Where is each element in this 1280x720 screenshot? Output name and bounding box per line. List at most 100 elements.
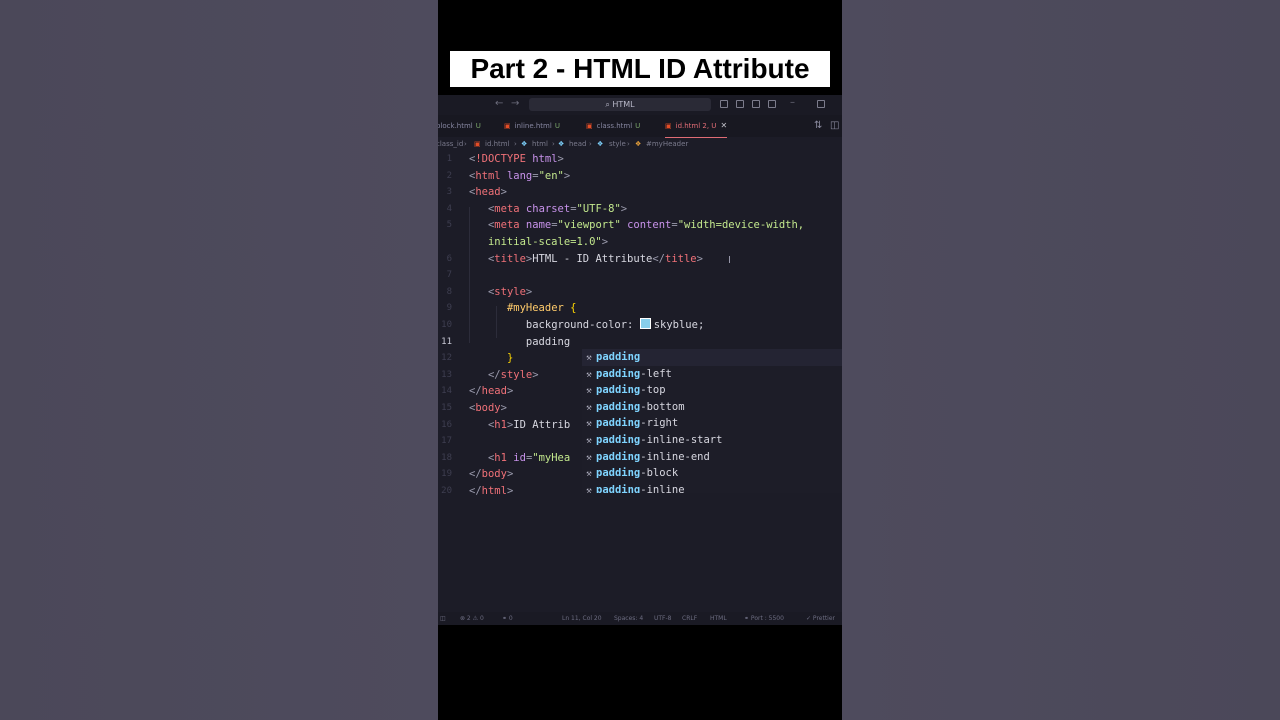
suggestion-item[interactable]: ⚒ padding-inline-start — [582, 432, 842, 449]
code-editor-window: ← → ⌕ HTML – block.html U ▣ inline.html U ▣… — [438, 95, 842, 625]
property-wrench-icon: ⚒ — [586, 369, 592, 380]
code-text: <style> — [487, 285, 533, 298]
line-number: 1 — [446, 154, 452, 164]
line-number: 7 — [446, 270, 452, 281]
line-number: 20 — [441, 486, 452, 496]
code-line[interactable]: 4 <meta charset="UTF-8"> — [438, 201, 842, 217]
tab-inline-html[interactable]: ▣ inline.html U — [504, 115, 560, 137]
minimize-icon[interactable]: – — [790, 97, 795, 108]
toggle-primary-sidebar-icon[interactable] — [720, 100, 728, 108]
suggestion-item[interactable]: ⚒ padding-inline-end — [582, 449, 842, 466]
tab-label: class.html — [596, 122, 633, 130]
line-number: 2 — [446, 170, 452, 181]
suggestion-match: padding — [596, 417, 641, 430]
line-number: 6 — [446, 253, 452, 264]
ports-count[interactable]: ⚭ 0 — [502, 612, 513, 625]
element-icon: ❖ — [558, 140, 565, 148]
element-icon: ❖ — [597, 140, 604, 148]
toggle-panel-icon[interactable] — [736, 100, 744, 108]
property-wrench-icon: ⚒ — [586, 436, 592, 446]
suggestion-rest: -inline-end — [640, 450, 710, 463]
property-wrench-icon: ⚒ — [586, 402, 592, 413]
chevron-right-icon: › — [627, 140, 630, 148]
toggle-secondary-sidebar-icon[interactable] — [752, 100, 760, 108]
line-number: 17 — [441, 436, 452, 447]
prettier-status[interactable]: ✓ Prettier — [806, 612, 835, 625]
suggestion-item[interactable]: ⚒ padding-block — [582, 465, 842, 482]
code-text: initial-scale=1.0"> — [487, 236, 609, 248]
code-line[interactable]: 9 #myHeader { — [438, 300, 842, 316]
eol-setting[interactable]: CRLF — [682, 612, 697, 625]
suggestion-rest: -left — [640, 367, 672, 380]
problems-count[interactable]: ⊗ 2 ⚠ 0 — [460, 612, 484, 625]
suggestion-item[interactable]: ⚒ padding-bottom — [582, 399, 842, 416]
close-tab-icon[interactable]: ✕ — [720, 121, 727, 130]
breadcrumb-item[interactable]: class_id — [438, 137, 463, 151]
code-line[interactable]: 6 <title>HTML - ID Attribute</title> — [438, 251, 842, 267]
suggestion-item[interactable]: ⚒ padding-inline — [582, 482, 842, 493]
code-text: <meta name="viewport" content="width=dev… — [487, 219, 805, 232]
code-line[interactable]: 2 <html lang="en"> — [438, 168, 842, 184]
encoding-setting[interactable]: UTF-8 — [654, 612, 672, 625]
suggestion-match: padding — [596, 467, 641, 480]
split-editor-icon[interactable]: ◫ — [830, 120, 839, 131]
html-file-icon: ▣ — [504, 122, 511, 130]
command-center-search[interactable]: ⌕ HTML — [529, 98, 711, 111]
tab-id-html[interactable]: ▣ id.html 2, U ✕ — [665, 115, 728, 138]
suggestion-match: padding — [596, 450, 641, 463]
code-line[interactable]: 7 — [438, 267, 842, 283]
text-cursor-icon: I — [728, 255, 731, 266]
autocomplete-suggestions[interactable]: ⚒ padding ⚒ padding-left ⚒ padding-top ⚒ paddin… — [582, 349, 842, 493]
code-line[interactable]: 5 <meta name="viewport" content="width=d… — [438, 217, 842, 233]
live-server-port[interactable]: ⚭ Port : 5500 — [744, 612, 784, 625]
chevron-right-icon: › — [589, 140, 592, 148]
line-number: 14 — [441, 386, 452, 397]
back-arrow-icon[interactable]: ← — [495, 98, 503, 109]
untracked-badge: U — [554, 122, 560, 130]
line-number: 4 — [446, 203, 452, 214]
line-number: 12 — [441, 353, 452, 364]
suggestion-item[interactable]: ⚒ padding-left — [582, 366, 842, 383]
suggestion-match: padding — [596, 483, 641, 493]
language-mode[interactable]: HTML — [710, 612, 727, 625]
suggestion-match: padding — [596, 384, 641, 397]
code-text: <title>HTML - ID Attribute</title> — [487, 252, 703, 265]
customize-layout-icon[interactable] — [768, 100, 776, 108]
cursor-position[interactable]: Ln 11, Col 20 — [562, 612, 602, 625]
tab-block-html[interactable]: block.html U — [438, 115, 481, 137]
code-line[interactable]: 10 background-color: skyblue; — [438, 317, 842, 333]
line-number: 16 — [441, 419, 452, 430]
line-number: 3 — [446, 187, 452, 198]
suggestion-item[interactable]: ⚒ padding — [582, 349, 842, 366]
breadcrumb-item[interactable]: head — [569, 137, 586, 151]
indentation-setting[interactable]: Spaces: 4 — [614, 612, 643, 625]
code-line[interactable]: 11 padding — [438, 334, 842, 350]
code-line[interactable]: 8 <style> — [438, 284, 842, 300]
element-icon: ❖ — [521, 140, 528, 148]
left-background-blur — [0, 0, 438, 720]
breadcrumb-item[interactable]: #myHeader — [646, 137, 688, 151]
code-text: background-color: skyblue; — [525, 318, 705, 331]
line-number: 18 — [441, 452, 452, 463]
forward-arrow-icon[interactable]: → — [511, 98, 519, 109]
breadcrumb-item[interactable]: style — [609, 137, 626, 151]
line-number: 13 — [441, 369, 452, 380]
code-text: </body> — [469, 468, 514, 481]
remote-indicator-icon[interactable]: ◫ — [440, 612, 446, 625]
tab-class-html[interactable]: ▣ class.html U — [586, 115, 640, 137]
breadcrumb-item[interactable]: html — [532, 137, 548, 151]
suggestion-rest: -top — [640, 384, 666, 397]
html-file-icon: ▣ — [474, 140, 481, 148]
property-wrench-icon: ⚒ — [586, 452, 592, 463]
suggestion-item[interactable]: ⚒ padding-top — [582, 382, 842, 399]
breadcrumb-item[interactable]: id.html — [485, 137, 510, 151]
suggestion-item[interactable]: ⚒ padding-right — [582, 415, 842, 432]
code-text: </head> — [469, 385, 514, 398]
editor-titlebar: ← → ⌕ HTML – — [438, 95, 842, 115]
code-line[interactable]: initial-scale=1.0"> — [438, 234, 842, 250]
compare-changes-icon[interactable]: ⇅ — [814, 120, 822, 131]
code-line[interactable]: 1 <!DOCTYPE html> — [438, 151, 842, 167]
maximize-icon[interactable] — [817, 100, 825, 108]
code-text: <html lang="en"> — [469, 169, 571, 182]
code-line[interactable]: 3 <head> — [438, 184, 842, 200]
